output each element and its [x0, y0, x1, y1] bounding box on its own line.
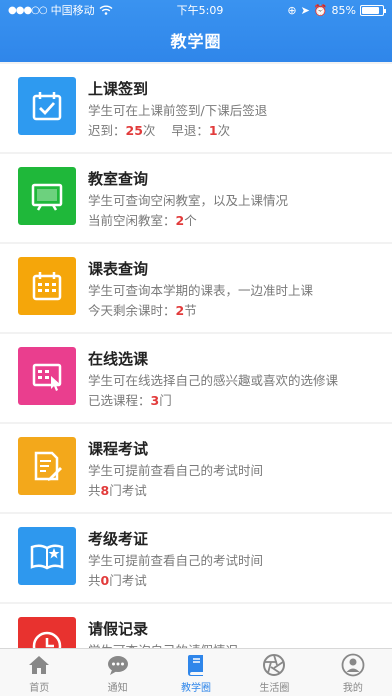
card-title: 教室查询 [88, 170, 149, 188]
card-desc: 学生可在上课前签到/下课后签退 [88, 103, 268, 118]
tab-label: 教学圈 [181, 683, 212, 694]
chat-bubble-icon [107, 656, 128, 675]
card-title: 考级考证 [88, 530, 149, 548]
tab-label: 生活圈 [259, 683, 290, 694]
card-timetable-query[interactable]: 课表查询 学生可查询本学期的课表，一边准时上课 今天剩余课时：2节 [0, 244, 392, 332]
calendar-check-icon [18, 77, 76, 135]
blackboard-icon [18, 167, 76, 225]
card-stat: 已选课程：3门 [88, 393, 172, 408]
clock-time: 下午5:09 [176, 4, 224, 17]
card-stat: 共8门考试 [88, 483, 147, 498]
carrier-label: 中国移动 [50, 4, 95, 17]
tab-teaching-circle[interactable]: 教学圈 [157, 649, 235, 696]
aperture-icon [263, 654, 286, 676]
tab-mine[interactable]: 我的 [314, 649, 392, 696]
card-desc: 学生可查询本学期的课表，一边准时上课 [88, 283, 314, 298]
card-title: 上课签到 [88, 80, 149, 98]
tab-home[interactable]: 首页 [0, 649, 78, 696]
card-desc: 学生可查询自己的请假情况 [88, 640, 238, 648]
page-title: 教学圈 [170, 32, 222, 51]
battery-percent: 85% [331, 3, 356, 17]
tab-life-circle[interactable]: 生活圈 [235, 649, 313, 696]
tab-label: 通知 [107, 683, 128, 694]
card-classroom-query[interactable]: 教室查询 学生可查询空闲教室，以及上课情况 当前空闲教室：2个 [0, 154, 392, 242]
top-bar: ●●●○○ 中国移动 下午5:09 ⊕ ➤ ⏰ 85% 教学圈 [0, 0, 392, 62]
exam-paper-icon [18, 437, 76, 495]
rotation-lock-icon: ⊕ [287, 3, 297, 17]
wifi-icon [99, 5, 113, 15]
card-certification-exam[interactable]: 考级考证 学生可提前查看自己的考试时间 共0门考试 [0, 514, 392, 602]
card-stat: 当前空闲教室：2个 [88, 213, 197, 228]
tab-label: 我的 [342, 683, 363, 694]
signal-icon: ●●●○○ [8, 4, 48, 16]
certificate-book-icon [18, 527, 76, 585]
card-online-course-selection[interactable]: 在线选课 学生可在线选择自己的感兴趣或喜欢的选修课 已选课程：3门 [0, 334, 392, 422]
person-icon [341, 653, 365, 677]
late-count: 25 [125, 123, 143, 138]
card-course-exam[interactable]: 课程考试 学生可提前查看自己的考试时间 共8门考试 [0, 424, 392, 512]
tab-notifications[interactable]: 通知 [78, 649, 156, 696]
card-desc: 学生可提前查看自己的考试时间 [88, 463, 264, 478]
card-desc: 学生可在线选择自己的感兴趣或喜欢的选修课 [88, 373, 339, 388]
card-title: 课程考试 [88, 440, 149, 458]
card-title: 请假记录 [88, 620, 149, 638]
clock-icon [18, 617, 76, 648]
card-title: 课表查询 [88, 260, 149, 278]
card-stat: 共0门考试 [88, 573, 147, 588]
card-stat: 迟到：25次 早退：1次 [88, 123, 231, 138]
alarm-icon: ⏰ [313, 3, 328, 17]
card-stat: 今天剩余课时：2节 [88, 303, 197, 318]
card-leave-records[interactable]: 请假记录 学生可查询自己的请假情况 [0, 604, 392, 648]
book-icon [188, 655, 204, 676]
battery-icon [360, 4, 386, 16]
home-icon [29, 656, 50, 674]
card-class-signin[interactable]: 上课签到 学生可在上课前签到/下课后签退 迟到：25次 早退：1次 [0, 64, 392, 152]
select-course-icon [18, 347, 76, 405]
calendar-grid-icon [18, 257, 76, 315]
bottom-tab-bar: 首页 通知 教学圈 生活圈 我的 [0, 648, 392, 696]
tab-label: 首页 [29, 683, 50, 694]
early-leave-count: 1 [208, 123, 218, 138]
card-title: 在线选课 [88, 350, 149, 368]
card-desc: 学生可查询空闲教室，以及上课情况 [88, 193, 289, 208]
status-bar: ●●●○○ 中国移动 下午5:09 ⊕ ➤ ⏰ 85% [0, 0, 392, 20]
location-icon: ➤ [300, 3, 310, 17]
feature-list: 上课签到 学生可在上课前签到/下课后签退 迟到：25次 早退：1次 教室查询 学… [0, 62, 392, 648]
card-desc: 学生可提前查看自己的考试时间 [88, 553, 264, 568]
